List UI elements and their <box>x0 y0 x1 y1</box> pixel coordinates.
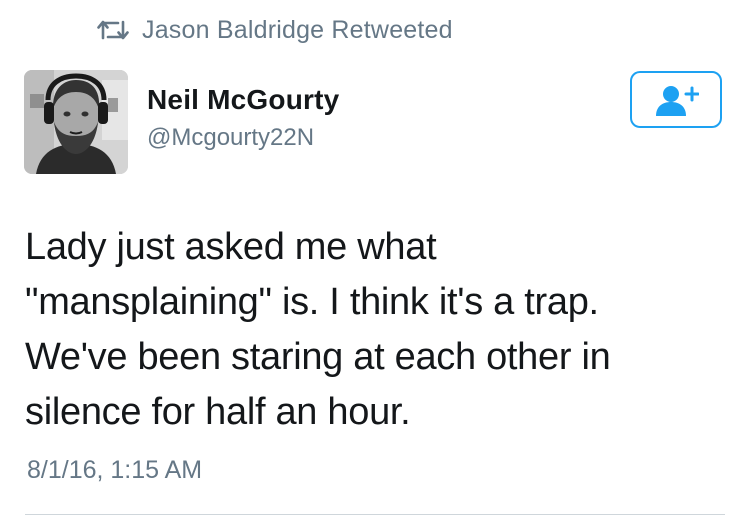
follow-button[interactable] <box>630 71 722 128</box>
tweet-line: silence for half an hour. <box>25 391 411 433</box>
tweet-line: Lady just asked me what <box>25 226 437 268</box>
retweet-icon <box>97 20 129 40</box>
display-name[interactable]: Neil McGourty <box>147 84 339 116</box>
user-handle[interactable]: @Mcgourty22N <box>147 124 314 152</box>
tweet-line: We've been staring at each other in <box>25 336 611 378</box>
divider <box>25 514 725 515</box>
tweet-line: "mansplaining" is. I think it's a trap. <box>25 281 599 323</box>
tweet-text: Lady just asked me what "mansplaining" i… <box>25 220 725 440</box>
timestamp[interactable]: 8/1/16, 1:15 AM <box>27 456 202 485</box>
add-user-icon <box>656 85 699 116</box>
avatar[interactable] <box>24 70 128 174</box>
retweet-banner[interactable]: Jason Baldridge Retweeted <box>96 14 453 46</box>
avatar-photo <box>24 70 128 174</box>
retweet-label: Jason Baldridge Retweeted <box>142 15 453 44</box>
